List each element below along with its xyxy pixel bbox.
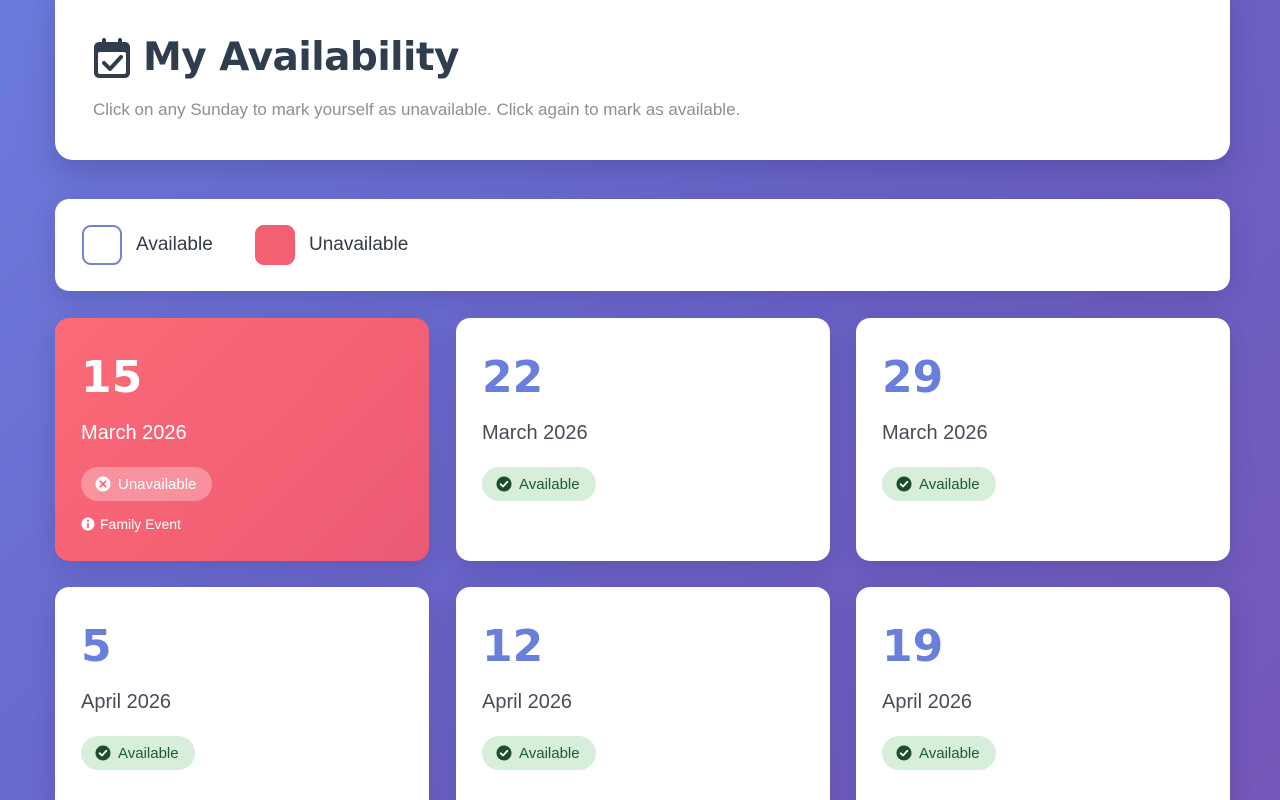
sunday-card-apr-19[interactable]: 19 April 2026 Available <box>856 587 1230 800</box>
status-badge: Unavailable <box>81 467 213 501</box>
page-title: My Availability <box>143 35 459 80</box>
status-label: Unavailable <box>118 475 197 493</box>
status-label: Available <box>519 744 580 762</box>
status-label: Available <box>118 744 179 762</box>
info-icon <box>81 517 95 531</box>
day-month: April 2026 <box>81 691 172 713</box>
day-number: 29 <box>882 352 944 403</box>
legend-item-available: Available <box>82 225 213 265</box>
day-month: April 2026 <box>882 691 973 713</box>
page-subtitle: Click on any Sunday to mark yourself as … <box>93 100 741 119</box>
check-circle-icon <box>496 476 512 492</box>
x-circle-icon <box>95 476 111 492</box>
day-month: March 2026 <box>482 422 588 444</box>
status-label: Available <box>919 475 980 493</box>
legend-item-unavailable: Unavailable <box>255 225 408 265</box>
title-row: My Availability <box>93 35 459 80</box>
sunday-card-apr-12[interactable]: 12 April 2026 Available <box>456 587 830 800</box>
status-badge: Available <box>882 467 996 501</box>
sunday-card-mar-15[interactable]: 15 March 2026 Unavailable Family Event <box>55 318 429 561</box>
legend-label-available: Available <box>136 234 213 255</box>
status-label: Available <box>919 744 980 762</box>
day-month: April 2026 <box>482 691 573 713</box>
check-circle-icon <box>496 745 512 761</box>
status-badge: Available <box>482 467 596 501</box>
unavailable-swatch <box>255 225 295 265</box>
day-month: March 2026 <box>882 422 988 444</box>
status-badge: Available <box>81 736 195 770</box>
day-number: 5 <box>81 621 112 672</box>
day-number: 15 <box>81 352 143 403</box>
sunday-card-mar-29[interactable]: 29 March 2026 Available <box>856 318 1230 561</box>
day-number: 12 <box>482 621 544 672</box>
day-number: 19 <box>882 621 944 672</box>
check-circle-icon <box>896 745 912 761</box>
day-number: 22 <box>482 352 544 403</box>
sunday-card-mar-22[interactable]: 22 March 2026 Available <box>456 318 830 561</box>
status-badge: Available <box>482 736 596 770</box>
status-label: Available <box>519 475 580 493</box>
legend: Available Unavailable <box>55 199 1230 291</box>
check-circle-icon <box>896 476 912 492</box>
day-month: March 2026 <box>81 422 187 444</box>
check-circle-icon <box>95 745 111 761</box>
available-swatch <box>82 225 122 265</box>
note: Family Event <box>81 516 181 532</box>
legend-label-unavailable: Unavailable <box>309 234 409 255</box>
calendar-check-icon <box>93 37 131 79</box>
status-badge: Available <box>882 736 996 770</box>
note-text: Family Event <box>100 516 181 532</box>
header-card: My Availability Click on any Sunday to m… <box>55 0 1230 160</box>
sunday-card-apr-5[interactable]: 5 April 2026 Available <box>55 587 429 800</box>
